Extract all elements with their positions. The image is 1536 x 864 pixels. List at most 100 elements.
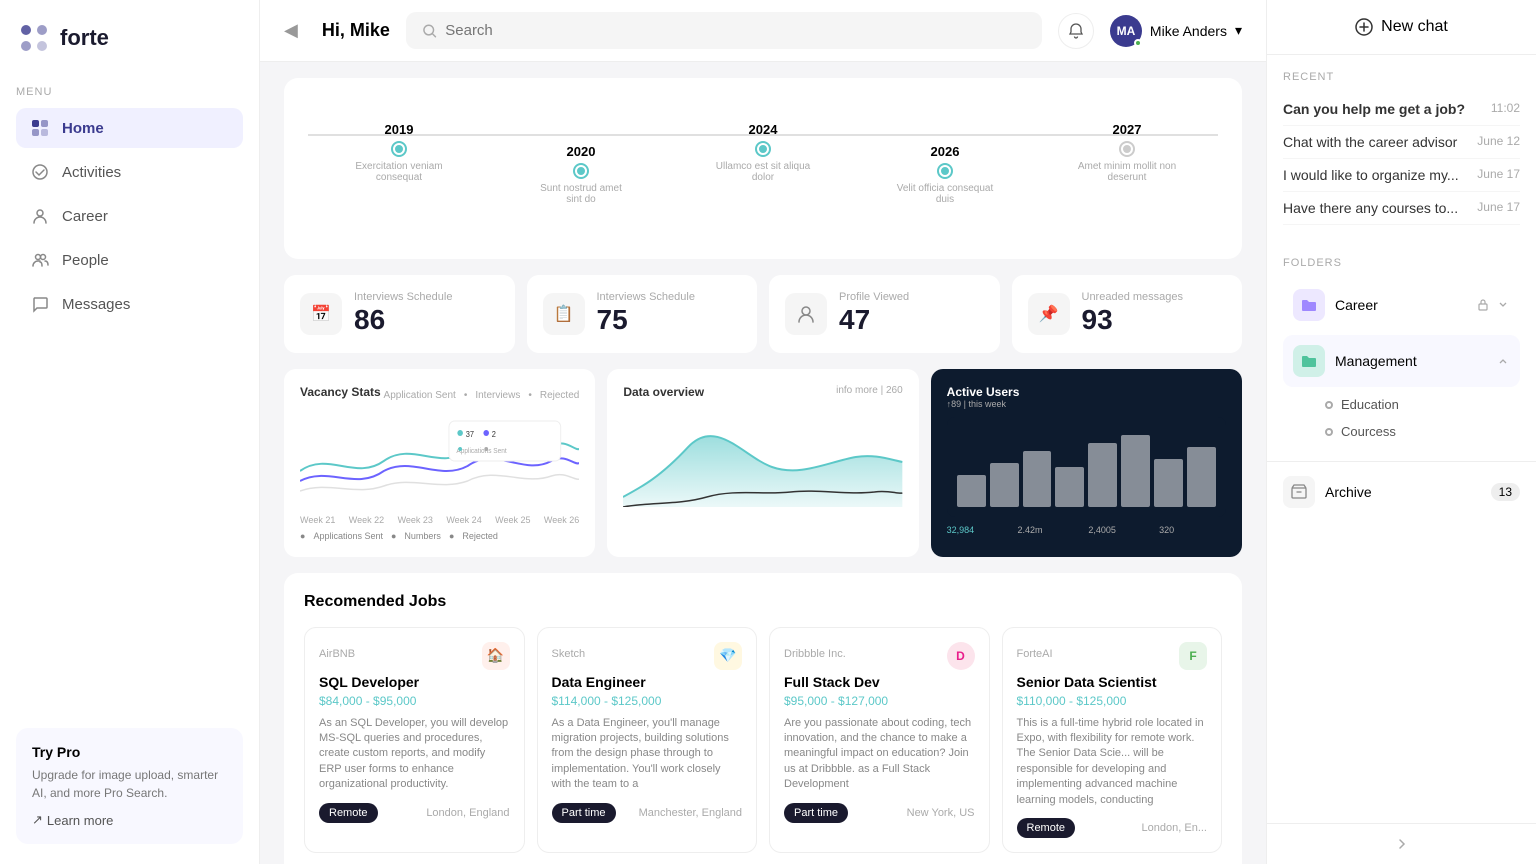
folders-label: FOLDERS	[1283, 257, 1520, 269]
sidebar-item-messages[interactable]: Messages	[16, 284, 243, 324]
job-location-1: Manchester, England	[639, 807, 742, 819]
bar-4	[1055, 467, 1084, 507]
job-tag-0: Remote	[319, 803, 378, 823]
right-panel: New chat RECENT Can you help me get a jo…	[1266, 0, 1536, 864]
job-footer-0: Remote London, England	[319, 803, 510, 823]
data-overview-subtitle: info more | 260	[836, 385, 903, 407]
stat-icon-0: 📅	[300, 293, 342, 335]
messages-icon	[30, 294, 50, 314]
stat-24005: 2,4005	[1088, 525, 1155, 535]
new-chat-label: New chat	[1381, 18, 1448, 36]
notification-button[interactable]	[1058, 13, 1094, 49]
learn-more-link[interactable]: ↗ Learn more	[32, 812, 227, 828]
sidebar-item-people[interactable]: People	[16, 240, 243, 280]
expand-button[interactable]	[1267, 823, 1536, 864]
sidebar-item-home-label: Home	[62, 120, 104, 137]
desc-2026: Velit officia consequat duis	[895, 183, 995, 205]
recent-label: RECENT	[1283, 71, 1520, 83]
stat-info-3: Unreaded messages 93	[1082, 291, 1184, 337]
year-2027: 2027	[1113, 122, 1142, 137]
data-overview-card: Data overview info more | 260	[607, 369, 918, 557]
chat-item-0[interactable]: Can you help me get a job? 11:02	[1283, 93, 1520, 126]
desc-2027: Amet minim mollit non deserunt	[1077, 161, 1177, 183]
vacancy-xaxis: Week 21Week 22Week 23Week 24Week 25Week …	[300, 515, 579, 525]
stat-card-3: 📌 Unreaded messages 93	[1012, 275, 1243, 353]
dot-2024	[757, 143, 769, 155]
folder-career-icon	[1293, 289, 1325, 321]
topbar: ◀ Hi, Mike MA Mike Anders ▾	[260, 0, 1266, 62]
sidebar-item-activities[interactable]: Activities	[16, 152, 243, 192]
active-users-stats: 32,984 2.42m 2,4005 320	[947, 525, 1226, 535]
folders-section: FOLDERS Career Management Education	[1267, 241, 1536, 461]
job-card-2[interactable]: Dribbble Inc. D Full Stack Dev $95,000 -…	[769, 627, 990, 853]
vacancy-stats-title: Vacancy Stats	[300, 385, 381, 399]
stats-row: 📅 Interviews Schedule 86 📋 Interviews Sc…	[284, 275, 1242, 353]
chat-item-1[interactable]: Chat with the career advisor June 12	[1283, 126, 1520, 159]
vacancy-legend: ●Applications Sent ●Numbers ●Rejected	[300, 531, 579, 541]
job-card-3[interactable]: ForteAI F Senior Data Scientist $110,000…	[1002, 627, 1223, 853]
job-title-1: Data Engineer	[552, 674, 743, 690]
stat-icon-1: 📋	[543, 293, 585, 335]
stat-value-1: 75	[597, 303, 695, 337]
chevron-right-icon	[1394, 836, 1410, 852]
active-users-subtitle: ↑89 | this week	[947, 399, 1226, 409]
try-pro-box: Try Pro Upgrade for image upload, smarte…	[16, 728, 243, 844]
collapse-button[interactable]: ◀	[284, 20, 298, 41]
data-overview-title: Data overview	[623, 385, 704, 399]
chat-time-1: June 12	[1477, 134, 1520, 148]
bar-2	[990, 463, 1019, 507]
job-salary-1: $114,000 - $125,000	[552, 694, 743, 708]
jobs-section: Recomended Jobs AirBNB 🏠 SQL Developer $…	[284, 573, 1242, 864]
year-2024: 2024	[749, 122, 778, 137]
user-info[interactable]: MA Mike Anders ▾	[1110, 15, 1242, 47]
stat-value-2: 47	[839, 303, 909, 337]
dot-2020	[575, 165, 587, 177]
search-bar[interactable]	[406, 12, 1042, 49]
job-card-0[interactable]: AirBNB 🏠 SQL Developer $84,000 - $95,000…	[304, 627, 525, 853]
chat-item-3[interactable]: Have there any courses to... June 17	[1283, 192, 1520, 225]
desc-2024: Ullamco est sit aliqua dolor	[713, 161, 813, 183]
greeting-text: Hi, Mike	[322, 20, 390, 41]
stat-info-1: Interviews Schedule 75	[597, 291, 695, 337]
user-dropdown-icon: ▾	[1235, 22, 1242, 39]
job-card-1[interactable]: Sketch 💎 Data Engineer $114,000 - $125,0…	[537, 627, 758, 853]
sidebar-item-career-label: Career	[62, 208, 108, 225]
activities-icon	[30, 162, 50, 182]
search-input[interactable]	[445, 22, 1026, 39]
chat-item-2[interactable]: I would like to organize my... June 17	[1283, 159, 1520, 192]
folder-career-label: Career	[1335, 297, 1466, 313]
job-desc-0: As an SQL Developer, you will develop MS…	[319, 716, 510, 793]
menu-label: MENU	[16, 86, 243, 98]
folder-career-actions	[1476, 298, 1510, 312]
timeline-section: 2019 Exercitation veniam consequat 2020 …	[284, 78, 1242, 259]
stat-320: 320	[1159, 525, 1226, 535]
folder-management[interactable]: Management	[1283, 335, 1520, 387]
stat-value-3: 93	[1082, 303, 1184, 337]
sidebar-item-career[interactable]: Career	[16, 196, 243, 236]
chat-time-2: June 17	[1477, 167, 1520, 181]
active-users-card: Active Users ↑89 | this week 32,984 2.42…	[931, 369, 1242, 557]
sub-item-courcess[interactable]: Courcess	[1283, 418, 1520, 445]
dot-2027	[1121, 143, 1133, 155]
sidebar-item-home[interactable]: Home	[16, 108, 243, 148]
timeline: 2019 Exercitation veniam consequat 2020 …	[308, 112, 1218, 215]
folder-management-actions	[1496, 354, 1510, 368]
job-tag-3: Remote	[1017, 818, 1076, 838]
folder-career[interactable]: Career	[1283, 279, 1520, 331]
sub-item-education[interactable]: Education	[1283, 391, 1520, 418]
job-title-3: Senior Data Scientist	[1017, 674, 1208, 690]
bar-5	[1088, 443, 1117, 507]
user-name: Mike Anders	[1150, 23, 1227, 39]
year-2020: 2020	[567, 144, 596, 159]
archive-item[interactable]: Archive 13	[1267, 461, 1536, 522]
timeline-item-2024: 2024 Ullamco est sit aliqua dolor	[672, 122, 854, 183]
folder-management-icon	[1293, 345, 1325, 377]
people-icon	[30, 250, 50, 270]
new-chat-button[interactable]: New chat	[1267, 0, 1536, 55]
job-logo-1: 💎	[714, 642, 742, 670]
topbar-right: MA Mike Anders ▾	[1058, 13, 1242, 49]
job-logo-3: F	[1179, 642, 1207, 670]
plus-circle-icon	[1355, 18, 1373, 36]
bar-8	[1187, 447, 1216, 507]
job-logo-0: 🏠	[482, 642, 510, 670]
